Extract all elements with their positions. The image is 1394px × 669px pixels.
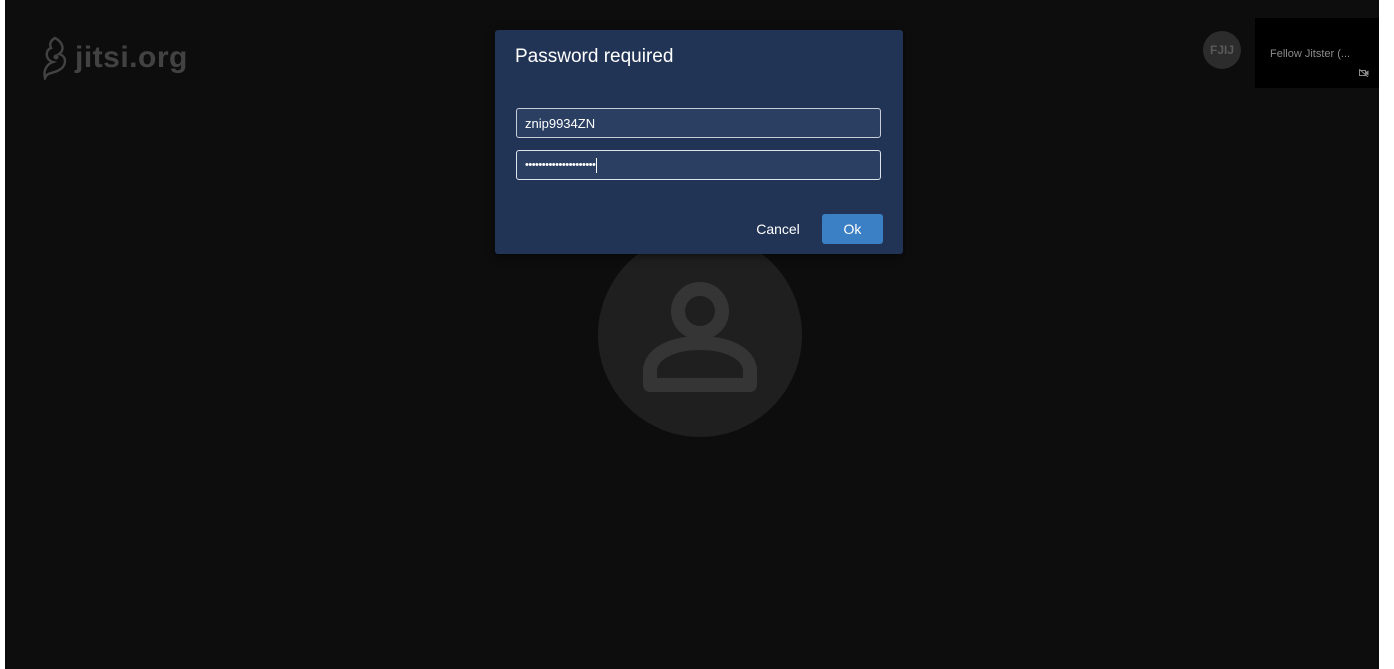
- video-off-icon: [1359, 69, 1369, 77]
- password-mask: •••••••••••••••••••••: [525, 159, 596, 171]
- conference-stage: jitsi.org FJIJ Fellow Jitster (... Passw…: [5, 0, 1379, 669]
- password-required-dialog: Password required ••••••••••••••••••••• …: [495, 30, 903, 254]
- remote-participant-thumbnail[interactable]: Fellow Jitster (...: [1255, 18, 1379, 88]
- person-icon: [643, 282, 757, 392]
- password-input[interactable]: •••••••••••••••••••••: [516, 150, 881, 180]
- logo-text: jitsi.org: [75, 41, 188, 74]
- jitsi-logo[interactable]: jitsi.org: [41, 36, 188, 80]
- remote-participant-name: Fellow Jitster (...: [1270, 48, 1351, 60]
- ok-button[interactable]: Ok: [822, 214, 883, 244]
- dialog-title: Password required: [515, 46, 674, 67]
- remote-participant-avatar[interactable]: FJIJ: [1203, 31, 1241, 69]
- username-input[interactable]: [516, 108, 881, 138]
- jitsi-logo-icon: [43, 36, 67, 80]
- cancel-button[interactable]: Cancel: [743, 214, 813, 244]
- local-avatar: [598, 233, 802, 437]
- text-caret: [596, 157, 598, 173]
